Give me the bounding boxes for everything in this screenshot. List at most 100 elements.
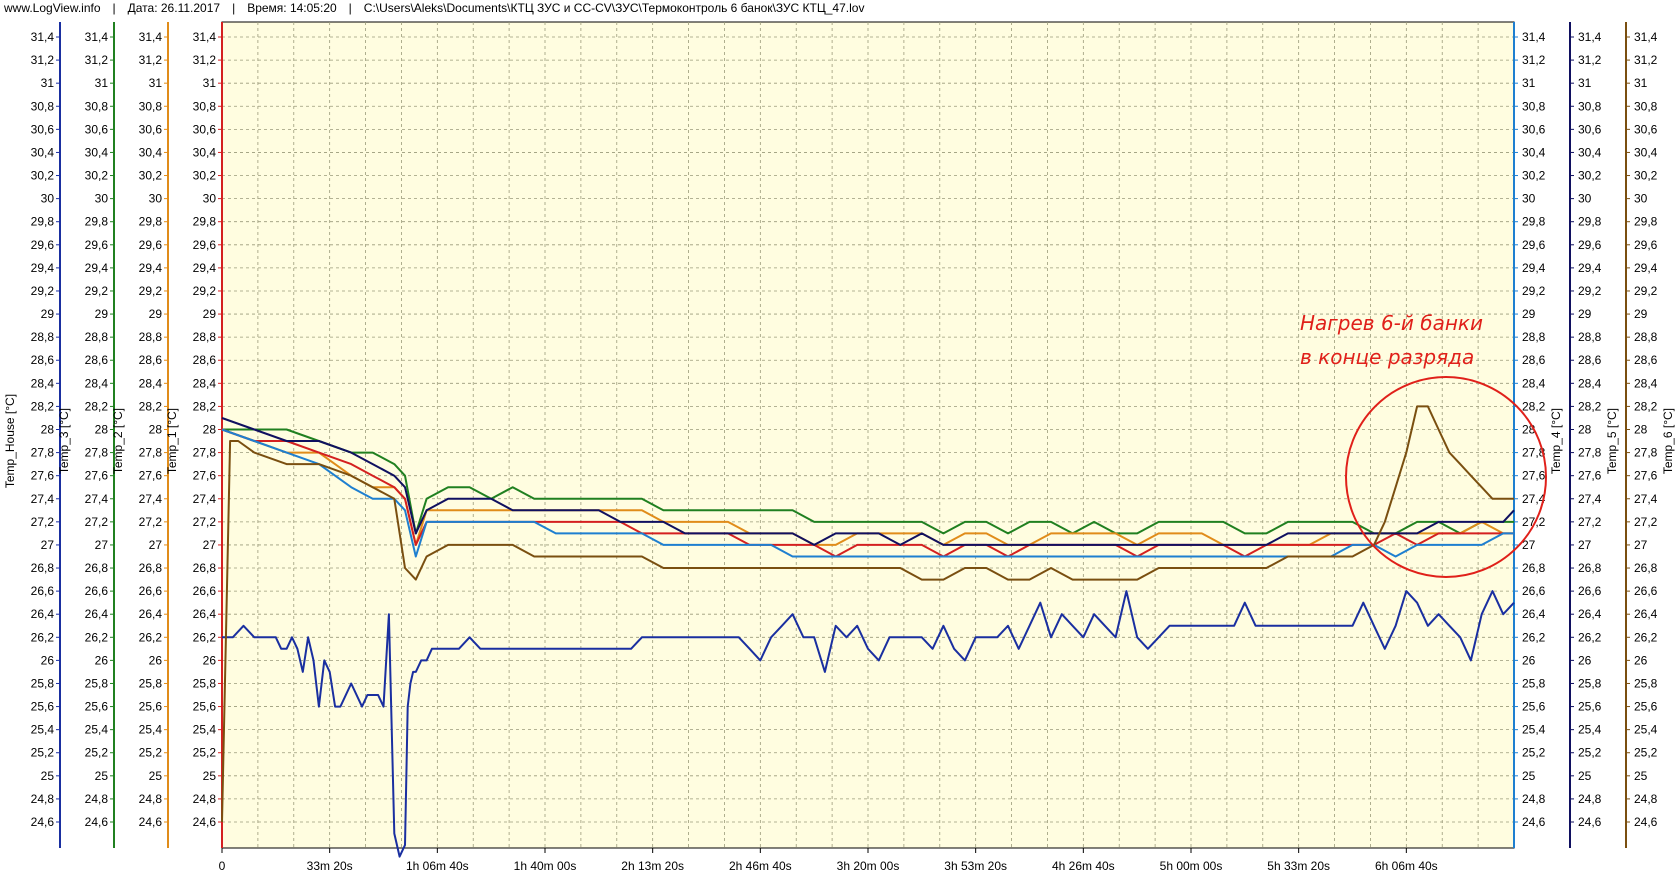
y-tick-label: 26,8 — [193, 561, 217, 575]
y-tick-label: 26,4 — [1578, 607, 1602, 621]
y-tick-label: 29,8 — [31, 215, 55, 229]
y-tick-label: 26 — [1522, 653, 1536, 667]
y-tick-label: 28,8 — [193, 330, 217, 344]
y-tick-label: 30,4 — [1522, 145, 1546, 159]
y-tick-label: 28,2 — [139, 399, 163, 413]
y-tick-label: 28,8 — [31, 330, 55, 344]
y-tick-label: 27,6 — [85, 469, 109, 483]
y-tick-label: 26 — [1634, 653, 1648, 667]
y-tick-label: 31 — [41, 76, 55, 90]
y-tick-label: 25,2 — [1634, 746, 1658, 760]
y-tick-label: 26,4 — [31, 607, 55, 621]
y-tick-label: 28,2 — [1578, 399, 1602, 413]
y-tick-label: 28,4 — [85, 376, 109, 390]
y-tick-label: 28,8 — [1634, 330, 1658, 344]
temperature-chart: 31,4 31,2 31 30,8 30,6 30,4 30,2 30 29,8 29,6 29,4… — [3, 21, 1675, 873]
y-tick-label: 28,6 — [1522, 353, 1546, 367]
y-tick-label: 26,2 — [139, 630, 163, 644]
y-tick-label: 27,6 — [1634, 469, 1658, 483]
y-tick-label: 26,2 — [1578, 630, 1602, 644]
y-tick-label: 29,6 — [1522, 238, 1546, 252]
y-tick-label: 30,4 — [193, 145, 217, 159]
y-tick-label: 24,6 — [139, 815, 163, 829]
y-tick-label: 27,2 — [139, 515, 163, 529]
y-tick-label: 28,2 — [85, 399, 109, 413]
y-tick-label: 28,4 — [139, 376, 163, 390]
y-tick-label: 27,4 — [1634, 492, 1658, 506]
y-tick-label: 25,6 — [85, 700, 109, 714]
y-tick-label: 26,6 — [193, 584, 217, 598]
y-tick-label: 26 — [41, 653, 55, 667]
y-tick-label: 28,2 — [1522, 399, 1546, 413]
y-tick-label: 29,6 — [1578, 238, 1602, 252]
y-tick-label: 30 — [1578, 192, 1592, 206]
y-tick-label: 27,4 — [85, 492, 109, 506]
y-tick-label: 28,8 — [139, 330, 163, 344]
y-tick-label: 25,4 — [139, 723, 163, 737]
y-tick-label: 27,4 — [139, 492, 163, 506]
y-tick-label: 28,6 — [1578, 353, 1602, 367]
y-tick-label: 28,8 — [1522, 330, 1546, 344]
y-tick-label: 25,2 — [85, 746, 109, 760]
y-tick-label: 30,6 — [31, 122, 55, 136]
y-tick-label: 31,2 — [1634, 53, 1658, 67]
y-tick-label: 24,6 — [31, 815, 55, 829]
y-tick-label: 27,2 — [193, 515, 217, 529]
y-tick-label: 31,2 — [1578, 53, 1602, 67]
y-tick-label: 29 — [203, 307, 217, 321]
y-tick-label: 25 — [95, 769, 109, 783]
y-tick-label: 26,6 — [139, 584, 163, 598]
y-tick-label: 25,4 — [1634, 723, 1658, 737]
y-tick-label: 29 — [149, 307, 163, 321]
annotation-line-2: в конце разряда — [1300, 345, 1475, 369]
y-tick-label: 31,2 — [85, 53, 109, 67]
y-tick-label: 30,8 — [193, 99, 217, 113]
y-tick-label: 30 — [41, 192, 55, 206]
x-tick-label: 0 — [219, 859, 226, 873]
y-tick-label: 25,6 — [193, 700, 217, 714]
y-tick-label: 28,4 — [1634, 376, 1658, 390]
y-tick-label: 28,6 — [31, 353, 55, 367]
axis-title: Temp_House [°C] — [3, 394, 17, 488]
y-tick-label: 31,2 — [31, 53, 55, 67]
y-tick-label: 29,8 — [193, 215, 217, 229]
y-tick-label: 24,8 — [31, 792, 55, 806]
y-tick-label: 27,8 — [85, 446, 109, 460]
y-tick-label: 26,8 — [85, 561, 109, 575]
x-tick-label: 2h 13m 20s — [621, 859, 684, 873]
y-tick-label: 31,4 — [1578, 30, 1602, 44]
y-tick-label: 29,2 — [1522, 284, 1546, 298]
y-tick-label: 26,2 — [31, 630, 55, 644]
y-tick-label: 26,2 — [1522, 630, 1546, 644]
x-tick-label: 1h 40m 00s — [514, 859, 577, 873]
axis-title: Temp_5 [°C] — [1605, 408, 1619, 474]
y-tick-label: 28,4 — [1578, 376, 1602, 390]
y-tick-label: 28,2 — [31, 399, 55, 413]
y-tick-label: 30,8 — [85, 99, 109, 113]
y-tick-label: 28 — [1578, 423, 1592, 437]
y-tick-label: 26 — [95, 653, 109, 667]
y-tick-label: 25,4 — [1578, 723, 1602, 737]
y-tick-label: 26,6 — [85, 584, 109, 598]
y-tick-label: 30,2 — [31, 169, 55, 183]
y-tick-label: 27,2 — [85, 515, 109, 529]
y-tick-label: 30 — [203, 192, 217, 206]
y-tick-label: 29,4 — [1634, 261, 1658, 275]
y-tick-label: 28 — [203, 423, 217, 437]
x-tick-label: 4h 26m 40s — [1052, 859, 1115, 873]
y-tick-label: 24,8 — [85, 792, 109, 806]
y-tick-label: 26,4 — [139, 607, 163, 621]
y-tick-label: 30,4 — [1578, 145, 1602, 159]
y-tick-label: 25,8 — [1522, 676, 1546, 690]
y-tick-label: 27,8 — [193, 446, 217, 460]
y-tick-label: 31 — [149, 76, 163, 90]
axis-title: Temp_3 [°C] — [57, 408, 71, 474]
y-tick-label: 30 — [149, 192, 163, 206]
y-tick-label: 27,4 — [31, 492, 55, 506]
annotation-line-1: Нагрев 6-й банки — [1300, 311, 1483, 335]
y-tick-label: 28,8 — [1578, 330, 1602, 344]
y-tick-label: 31,4 — [1634, 30, 1658, 44]
y-tick-label: 31 — [1634, 76, 1648, 90]
y-tick-label: 29,8 — [1578, 215, 1602, 229]
y-tick-label: 25,8 — [1578, 676, 1602, 690]
